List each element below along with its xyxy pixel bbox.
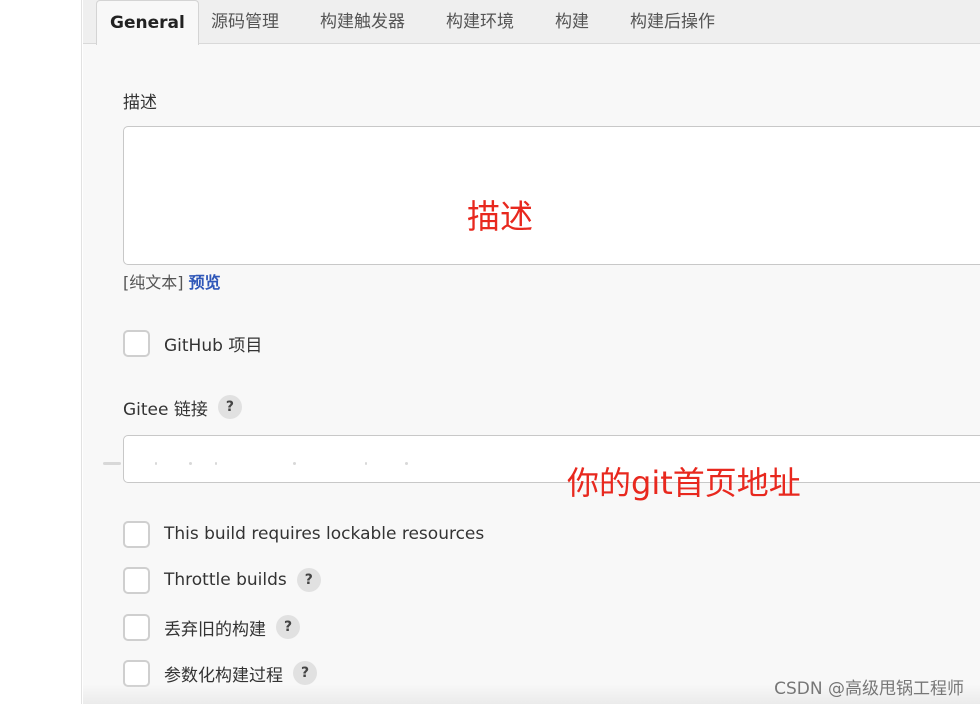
gitee-annotation: 你的git首页地址 bbox=[567, 464, 801, 502]
tab-build[interactable]: 构建 bbox=[555, 0, 589, 44]
tab-scm[interactable]: 源码管理 bbox=[211, 0, 279, 44]
description-textarea[interactable] bbox=[123, 126, 980, 265]
lockable-resources-checkbox[interactable] bbox=[123, 520, 150, 548]
gitee-url-input[interactable] bbox=[123, 435, 980, 483]
throttle-builds-checkbox[interactable] bbox=[123, 566, 150, 594]
option-row-discard-old-builds: 丢弃旧的构建 ? bbox=[123, 613, 300, 641]
description-annotation: 描述 bbox=[467, 197, 533, 236]
job-config-panel: General 源码管理 构建触发器 构建环境 构建 构建后操作 描述 描述 [… bbox=[83, 0, 980, 704]
gitee-link-label: Gitee 链接 bbox=[123, 399, 208, 420]
redacted-url-text bbox=[103, 462, 423, 468]
tab-post-build-actions[interactable]: 构建后操作 bbox=[630, 0, 715, 44]
gitee-help-icon[interactable]: ? bbox=[217, 395, 242, 419]
tab-build-environment[interactable]: 构建环境 bbox=[446, 0, 514, 44]
tab-general[interactable]: General bbox=[96, 0, 199, 45]
option-row-lockable-resources: This build requires lockable resources bbox=[123, 520, 484, 548]
discard-old-builds-label: 丢弃旧的构建 bbox=[164, 619, 266, 640]
gitee-label-row: Gitee 链接 ? bbox=[123, 393, 242, 421]
throttle-builds-label: Throttle builds bbox=[164, 570, 287, 590]
throttle-builds-help-icon[interactable]: ? bbox=[296, 568, 321, 592]
preview-link[interactable]: 预览 bbox=[189, 273, 221, 292]
left-gutter bbox=[0, 0, 82, 704]
github-project-checkbox[interactable] bbox=[123, 329, 150, 357]
config-tab-bar: General 源码管理 构建触发器 构建环境 构建 构建后操作 bbox=[83, 0, 980, 45]
parameterized-build-help-icon[interactable]: ? bbox=[293, 661, 317, 685]
discard-old-builds-checkbox[interactable] bbox=[123, 613, 150, 641]
parameterized-build-label: 参数化构建过程 bbox=[164, 665, 283, 686]
tab-build-triggers[interactable]: 构建触发器 bbox=[320, 0, 405, 44]
format-line: [纯文本] 预览 bbox=[123, 269, 221, 293]
github-project-row: GitHub 项目 bbox=[123, 329, 262, 357]
format-plain-text: [纯文本] bbox=[123, 273, 184, 292]
lockable-resources-label: This build requires lockable resources bbox=[164, 524, 485, 544]
option-row-parameterized-build: 参数化构建过程 ? bbox=[123, 659, 317, 687]
discard-old-builds-help-icon[interactable]: ? bbox=[276, 615, 300, 639]
option-row-throttle-builds: Throttle builds ? bbox=[123, 566, 321, 594]
csdn-watermark: CSDN @高级甩锅工程师 bbox=[774, 679, 964, 699]
parameterized-build-checkbox[interactable] bbox=[123, 659, 150, 687]
github-project-label: GitHub 项目 bbox=[164, 335, 263, 356]
description-label: 描述 bbox=[123, 93, 157, 113]
